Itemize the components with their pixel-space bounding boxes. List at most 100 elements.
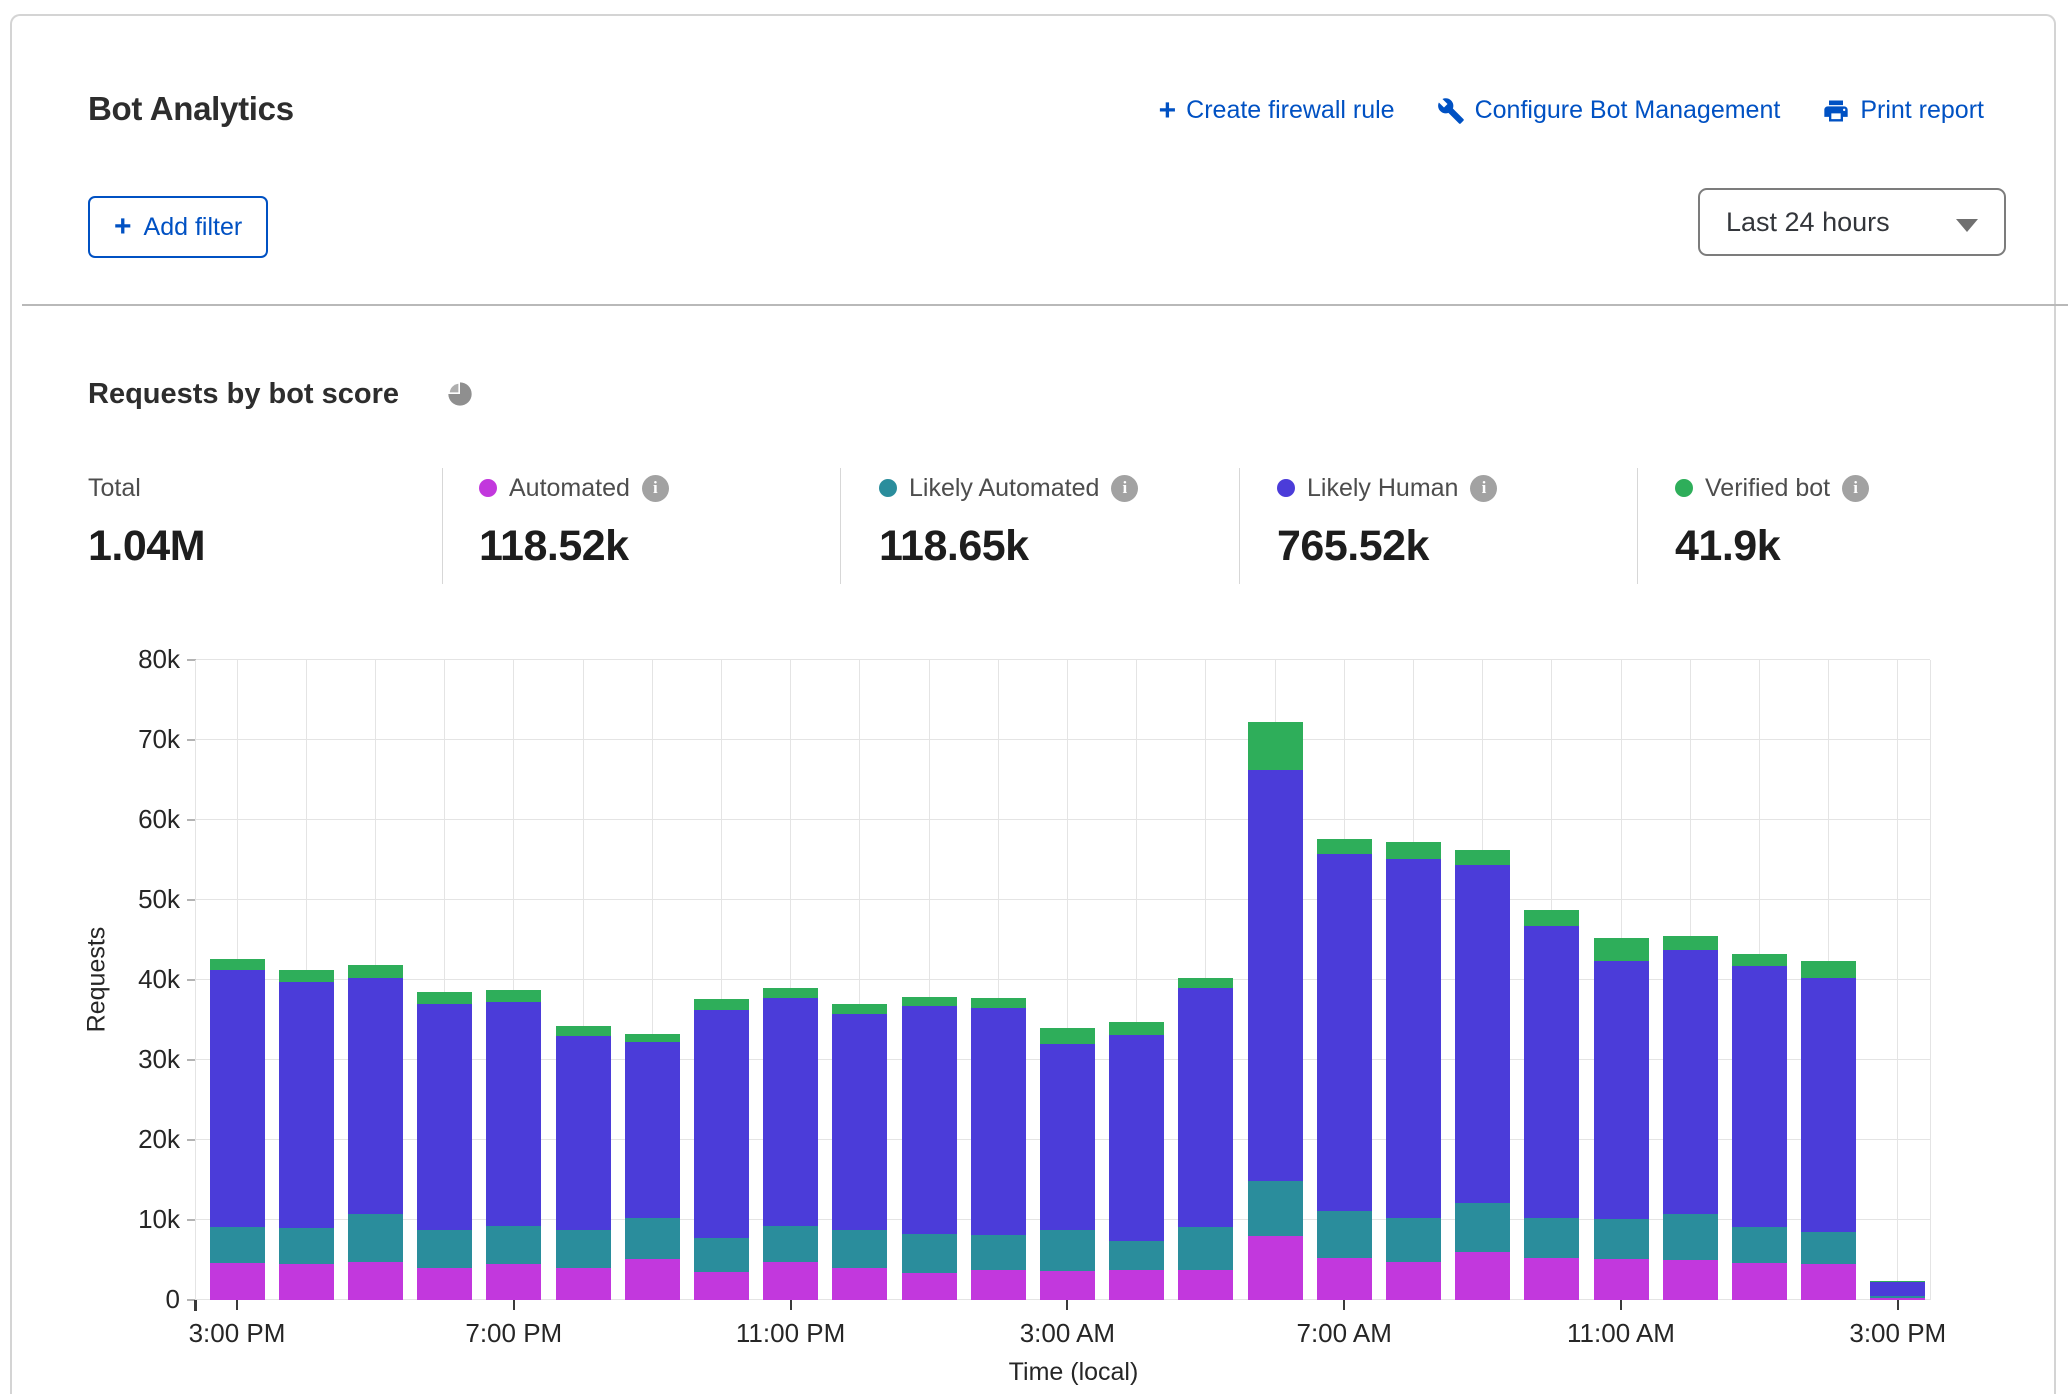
bar-300pm-likely-automated[interactable] — [210, 1227, 265, 1263]
bar-600pm-verified-bot[interactable] — [417, 992, 472, 1004]
bar-800pm-verified-bot[interactable] — [556, 1026, 611, 1036]
bar-1100am-automated[interactable] — [1594, 1259, 1649, 1300]
bar-400pm-verified-bot[interactable] — [279, 970, 334, 982]
bar-1000pm-verified-bot[interactable] — [694, 999, 749, 1010]
bar-1100am-likely-human[interactable] — [1594, 961, 1649, 1219]
bar-400pm-automated[interactable] — [279, 1264, 334, 1300]
bar-100am-likely-human[interactable] — [902, 1006, 957, 1234]
bar-100pm-automated[interactable] — [1732, 1263, 1787, 1300]
bar-800am-verified-bot[interactable] — [1386, 842, 1441, 859]
bar-100am-likely-automated[interactable] — [902, 1234, 957, 1273]
bar-400pm-likely-automated[interactable] — [279, 1228, 334, 1264]
bar-600am-verified-bot[interactable] — [1248, 722, 1303, 770]
bar-1200am-verified-bot[interactable] — [832, 1004, 887, 1014]
bar-700am-verified-bot[interactable] — [1317, 839, 1372, 854]
bar-200am-likely-human[interactable] — [971, 1008, 1026, 1235]
bar-700pm-likely-automated[interactable] — [486, 1226, 541, 1264]
bar-100pm-likely-human[interactable] — [1732, 966, 1787, 1227]
bar-600am-automated[interactable] — [1248, 1236, 1303, 1300]
bar-500pm-likely-human[interactable] — [348, 978, 403, 1214]
bar-500pm-automated[interactable] — [348, 1262, 403, 1300]
bar-1000am-automated[interactable] — [1524, 1258, 1579, 1300]
bar-900pm-likely-human[interactable] — [625, 1042, 680, 1218]
bar-600am-likely-human[interactable] — [1248, 770, 1303, 1181]
bar-400am-verified-bot[interactable] — [1109, 1022, 1164, 1035]
bar-400am-likely-human[interactable] — [1109, 1035, 1164, 1241]
bar-900pm-likely-automated[interactable] — [625, 1218, 680, 1259]
bar-1100am-verified-bot[interactable] — [1594, 938, 1649, 961]
bar-1200am-automated[interactable] — [832, 1268, 887, 1300]
bar-500am-likely-human[interactable] — [1178, 988, 1233, 1227]
bar-500am-automated[interactable] — [1178, 1270, 1233, 1300]
bar-600pm-likely-human[interactable] — [417, 1004, 472, 1230]
bar-300pm-verified-bot[interactable] — [210, 959, 265, 970]
bar-1000am-likely-human[interactable] — [1524, 926, 1579, 1218]
bar-100pm-verified-bot[interactable] — [1732, 954, 1787, 966]
bar-200am-verified-bot[interactable] — [971, 998, 1026, 1008]
bar-800am-likely-automated[interactable] — [1386, 1218, 1441, 1262]
bar-800am-likely-human[interactable] — [1386, 859, 1441, 1218]
bar-1100pm-verified-bot[interactable] — [763, 988, 818, 998]
bar-100am-automated[interactable] — [902, 1273, 957, 1300]
bar-300pm-likely-human[interactable] — [210, 970, 265, 1227]
bar-1100pm-likely-automated[interactable] — [763, 1226, 818, 1262]
bar-600pm-likely-automated[interactable] — [417, 1230, 472, 1268]
bar-900pm-verified-bot[interactable] — [625, 1034, 680, 1042]
bar-200pm-automated[interactable] — [1801, 1264, 1856, 1300]
bar-300pm-likely-human[interactable] — [1870, 1282, 1925, 1296]
bar-900am-likely-automated[interactable] — [1455, 1203, 1510, 1252]
bar-500am-verified-bot[interactable] — [1178, 978, 1233, 988]
bar-200pm-likely-automated[interactable] — [1801, 1232, 1856, 1264]
bar-300am-automated[interactable] — [1040, 1271, 1095, 1300]
bar-600am-likely-automated[interactable] — [1248, 1181, 1303, 1236]
bar-300pm-verified-bot[interactable] — [1870, 1281, 1925, 1282]
bar-700pm-likely-human[interactable] — [486, 1002, 541, 1226]
bar-800pm-likely-automated[interactable] — [556, 1230, 611, 1268]
bar-800pm-likely-human[interactable] — [556, 1036, 611, 1230]
bar-800pm-automated[interactable] — [556, 1268, 611, 1300]
bar-300am-verified-bot[interactable] — [1040, 1028, 1095, 1044]
bar-300am-likely-automated[interactable] — [1040, 1230, 1095, 1271]
bar-400pm-likely-human[interactable] — [279, 982, 334, 1228]
bar-800am-automated[interactable] — [1386, 1262, 1441, 1300]
bar-300am-likely-human[interactable] — [1040, 1044, 1095, 1230]
bar-300pm-automated[interactable] — [210, 1263, 265, 1300]
bar-500pm-likely-automated[interactable] — [348, 1214, 403, 1262]
bar-400am-automated[interactable] — [1109, 1270, 1164, 1300]
bar-200pm-verified-bot[interactable] — [1801, 961, 1856, 978]
bar-1200pm-automated[interactable] — [1663, 1260, 1718, 1300]
bar-1000am-verified-bot[interactable] — [1524, 910, 1579, 926]
bar-1200pm-likely-automated[interactable] — [1663, 1214, 1718, 1260]
bar-1100pm-likely-human[interactable] — [763, 998, 818, 1226]
bar-400am-likely-automated[interactable] — [1109, 1241, 1164, 1270]
bar-1000pm-likely-human[interactable] — [694, 1010, 749, 1238]
bar-200pm-likely-human[interactable] — [1801, 978, 1856, 1232]
bar-500pm-verified-bot[interactable] — [348, 965, 403, 978]
bar-1000am-likely-automated[interactable] — [1524, 1218, 1579, 1258]
bar-900am-likely-human[interactable] — [1455, 865, 1510, 1203]
bar-1200am-likely-human[interactable] — [832, 1014, 887, 1230]
bar-200am-likely-automated[interactable] — [971, 1235, 1026, 1270]
bar-900am-verified-bot[interactable] — [1455, 850, 1510, 865]
bar-500am-likely-automated[interactable] — [1178, 1227, 1233, 1270]
bar-700am-automated[interactable] — [1317, 1258, 1372, 1300]
bar-1200pm-likely-human[interactable] — [1663, 950, 1718, 1214]
bar-600pm-automated[interactable] — [417, 1268, 472, 1300]
bar-300pm-likely-automated[interactable] — [1870, 1296, 1925, 1298]
bar-700am-likely-automated[interactable] — [1317, 1211, 1372, 1258]
bar-1200am-likely-automated[interactable] — [832, 1230, 887, 1268]
bar-1100pm-automated[interactable] — [763, 1262, 818, 1300]
bar-200am-automated[interactable] — [971, 1270, 1026, 1300]
bar-700pm-automated[interactable] — [486, 1264, 541, 1300]
bar-100am-verified-bot[interactable] — [902, 997, 957, 1006]
bar-1000pm-likely-automated[interactable] — [694, 1238, 749, 1272]
bar-1000pm-automated[interactable] — [694, 1272, 749, 1300]
bar-1200pm-verified-bot[interactable] — [1663, 936, 1718, 950]
bar-1100am-likely-automated[interactable] — [1594, 1219, 1649, 1259]
bar-900am-automated[interactable] — [1455, 1252, 1510, 1300]
bar-700am-likely-human[interactable] — [1317, 854, 1372, 1211]
bar-700pm-verified-bot[interactable] — [486, 990, 541, 1002]
bar-900pm-automated[interactable] — [625, 1259, 680, 1300]
x-gridline — [1897, 660, 1898, 1300]
bar-100pm-likely-automated[interactable] — [1732, 1227, 1787, 1263]
